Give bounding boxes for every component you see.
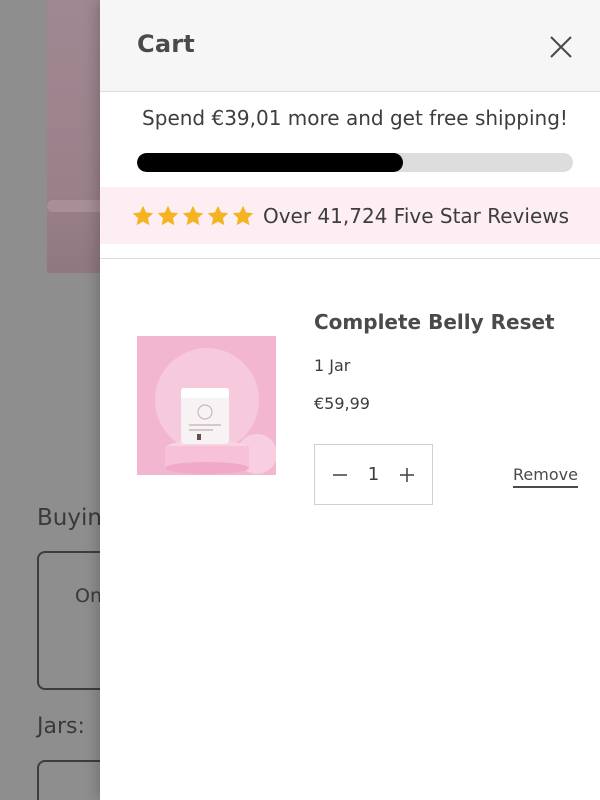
plus-icon xyxy=(399,467,414,482)
product-jar-illustration xyxy=(137,336,276,475)
reviews-text: Over 41,724 Five Star Reviews xyxy=(262,203,570,228)
cart-drawer: Cart Spend €39,01 more and get free ship… xyxy=(100,0,600,800)
quantity-value[interactable]: 1 xyxy=(368,464,379,485)
star-icon xyxy=(132,205,154,225)
shipping-progress-fill xyxy=(137,153,403,172)
cart-title: Cart xyxy=(137,30,195,58)
star-icon xyxy=(157,205,179,225)
background-option-label: On xyxy=(75,585,102,607)
close-button[interactable] xyxy=(547,33,575,61)
star-icon xyxy=(232,205,254,225)
shipping-progress-bar xyxy=(137,153,573,172)
product-price: €59,99 xyxy=(314,394,370,413)
divider xyxy=(100,258,600,259)
star-icon xyxy=(207,205,229,225)
background-hero-shelf xyxy=(47,200,107,212)
reviews-banner: Over 41,724 Five Star Reviews xyxy=(100,187,600,244)
background-jars-label: Jars: xyxy=(37,714,85,739)
close-icon xyxy=(550,36,572,58)
star-icon xyxy=(182,205,204,225)
minus-icon xyxy=(333,473,347,476)
free-shipping-message: Spend €39,01 more and get free shipping! xyxy=(142,106,568,130)
product-name[interactable]: Complete Belly Reset xyxy=(314,310,555,334)
increase-quantity-button[interactable] xyxy=(396,464,418,486)
decrease-quantity-button[interactable] xyxy=(329,464,351,486)
remove-item-link[interactable]: Remove xyxy=(513,465,578,488)
rating-stars xyxy=(131,204,255,228)
quantity-stepper: 1 xyxy=(314,444,433,505)
cart-header: Cart xyxy=(100,0,600,92)
background-buying-label: Buyin xyxy=(37,505,102,531)
product-image[interactable] xyxy=(137,336,276,475)
background-hero-image xyxy=(47,0,107,273)
product-variant: 1 Jar xyxy=(314,356,351,375)
